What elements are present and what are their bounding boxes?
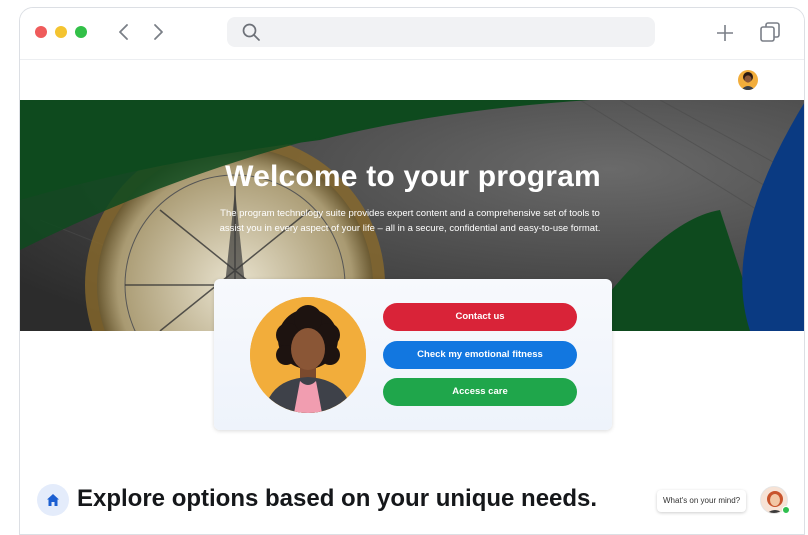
hero-subtitle: The program technology suite provides ex…: [219, 208, 601, 234]
online-status-indicator: [782, 506, 790, 514]
access-care-button[interactable]: Access care: [383, 378, 577, 406]
contact-us-button[interactable]: Contact us: [383, 303, 577, 331]
tabs-icon[interactable]: [759, 21, 781, 43]
minimize-window-button[interactable]: [55, 26, 67, 38]
maximize-window-button[interactable]: [75, 26, 87, 38]
forward-icon[interactable]: [148, 20, 168, 44]
back-icon[interactable]: [114, 20, 134, 44]
address-bar[interactable]: [227, 17, 655, 47]
counselor-portrait: [250, 297, 366, 413]
hero-title: Welcome to your program: [225, 160, 601, 193]
close-window-button[interactable]: [35, 26, 47, 38]
chat-prompt[interactable]: What's on your mind?: [657, 490, 747, 512]
search-icon: [241, 22, 261, 42]
user-avatar[interactable]: [738, 70, 758, 90]
emotional-fitness-button[interactable]: Check my emotional fitness: [383, 341, 577, 369]
explore-heading: Explore options based on your unique nee…: [77, 485, 598, 512]
browser-window: Welcome to your program The program tech…: [19, 7, 805, 535]
browser-toolbar: [20, 8, 804, 60]
plus-icon[interactable]: [714, 22, 736, 44]
home-icon: [37, 484, 69, 516]
site-header: [20, 60, 804, 100]
action-card: Contact us Check my emotional fitness Ac…: [214, 279, 612, 430]
